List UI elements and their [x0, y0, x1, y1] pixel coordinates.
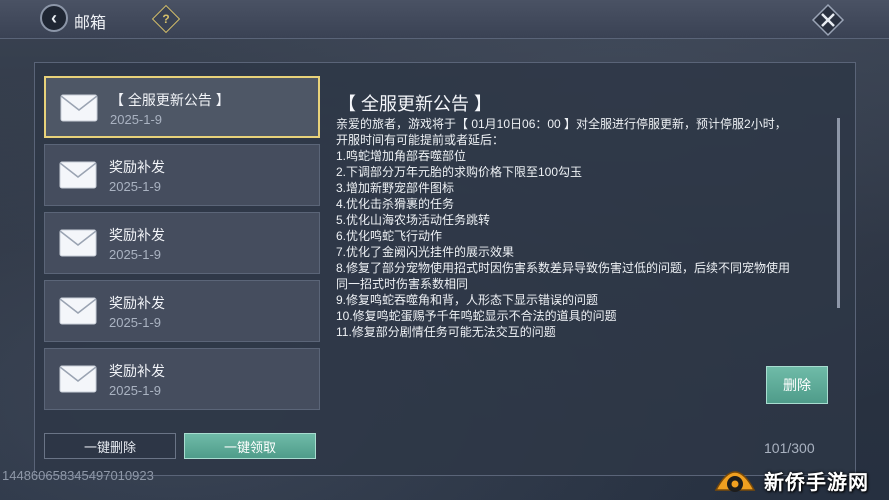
- mail-date: 2025-1-9: [109, 383, 162, 398]
- mail-title: 奖励补发: [109, 227, 165, 243]
- mail-item[interactable]: 奖励补发 2025-1-9: [44, 348, 320, 410]
- content-line: 7.优化了金阙闪光挂件的展示效果: [336, 245, 515, 259]
- page-title: 邮箱: [74, 15, 107, 32]
- claim-all-button[interactable]: 一键领取: [184, 433, 316, 459]
- help-button[interactable]: ?: [151, 4, 181, 34]
- mail-content-title: 【 全服更新公告 】: [338, 94, 493, 114]
- content-scrollbar[interactable]: [837, 118, 840, 308]
- mail-title: 奖励补发: [109, 295, 165, 311]
- content-line: 4.优化击杀猾裹的任务: [336, 197, 455, 211]
- mail-list: 【 全服更新公告 】 2025-1-9 奖励补发 2025-1-9 奖励补发 2…: [44, 76, 320, 420]
- mail-date: 2025-1-9: [109, 315, 162, 330]
- content-line: 10.修复鸣蛇蛋赐予千年鸣蛇显示不合法的道具的问题: [336, 309, 617, 323]
- close-icon: [811, 3, 845, 37]
- mail-title: 【 全服更新公告 】: [110, 92, 230, 108]
- envelope-icon: [60, 94, 98, 122]
- content-line: 2.下调部分万年元胎的求购价格下限至100勾玉: [336, 165, 583, 179]
- mail-date: 2025-1-9: [109, 247, 162, 262]
- back-button[interactable]: ‹: [40, 4, 68, 32]
- mail-count: 101/300: [764, 440, 815, 456]
- delete-button[interactable]: 删除: [766, 366, 828, 404]
- mail-item[interactable]: 奖励补发 2025-1-9: [44, 212, 320, 274]
- content-line: 1.鸣蛇增加角部吞噬部位: [336, 149, 467, 163]
- content-line: 亲爱的旅者，游戏将于【 01月10日06：00 】对全服进行停服更新，预计停服2…: [336, 117, 787, 131]
- mail-item[interactable]: 奖励补发 2025-1-9: [44, 144, 320, 206]
- content-line: 3.增加新野宠部件图标: [336, 181, 455, 195]
- envelope-icon: [59, 161, 97, 189]
- question-icon: ?: [162, 12, 170, 26]
- content-line: 同一招式时伤害系数相同: [336, 277, 469, 291]
- mail-title: 奖励补发: [109, 159, 165, 175]
- mail-date: 2025-1-9: [110, 112, 163, 127]
- envelope-icon: [59, 297, 97, 325]
- content-line: 5.优化山海农场活动任务跳转: [336, 213, 491, 227]
- watermark-text: 新侨手游网: [764, 472, 869, 494]
- mail-item[interactable]: 奖励补发 2025-1-9: [44, 280, 320, 342]
- user-id: 144860658345497010923: [2, 468, 154, 483]
- content-line: 9.修复鸣蛇吞噬角和背，人形态下显示错误的问题: [336, 293, 599, 307]
- envelope-icon: [59, 229, 97, 257]
- mail-date: 2025-1-9: [109, 179, 162, 194]
- content-line: 11.修复部分剧情任务可能无法交互的问题: [336, 325, 556, 339]
- mail-title: 奖励补发: [109, 363, 165, 379]
- watermark-logo-icon: [714, 471, 756, 492]
- chevron-left-icon: ‹: [51, 7, 57, 28]
- content-line: 6.优化鸣蛇飞行动作: [336, 229, 443, 243]
- delete-all-button[interactable]: 一键删除: [44, 433, 176, 459]
- top-bar: ‹ 邮箱 ?: [0, 0, 889, 39]
- content-line: 8.修复了部分宠物使用招式时因伤害系数差异导致伤害过低的问题，后续不同宠物使用: [336, 261, 791, 275]
- site-watermark: 新侨手游网: [712, 460, 884, 498]
- content-line: 开服时间有可能提前或者延后：: [336, 133, 505, 147]
- mail-content-body: 亲爱的旅者，游戏将于【 01月10日06：00 】对全服进行停服更新，预计停服2…: [336, 116, 834, 340]
- close-button[interactable]: [811, 3, 845, 37]
- mail-item[interactable]: 【 全服更新公告 】 2025-1-9: [44, 76, 320, 138]
- envelope-icon: [59, 365, 97, 393]
